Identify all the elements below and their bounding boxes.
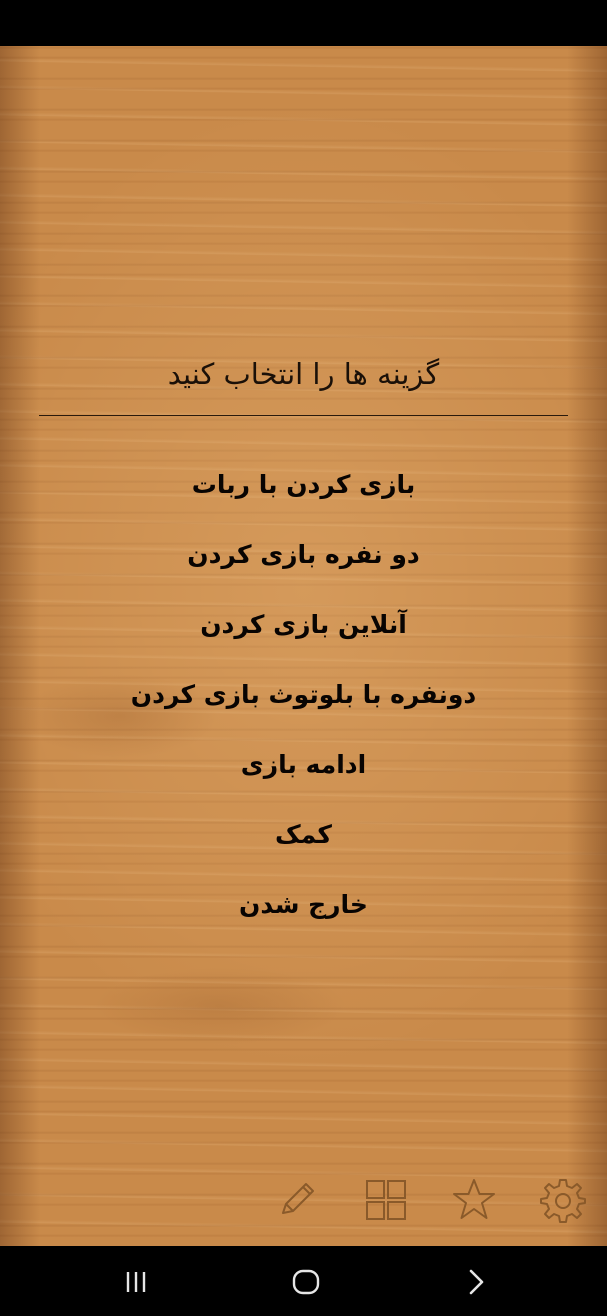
menu-item-help[interactable]: کمک xyxy=(0,812,607,882)
back-button[interactable] xyxy=(446,1262,506,1302)
grid-button[interactable] xyxy=(358,1172,414,1228)
back-icon xyxy=(469,1269,484,1295)
main-menu: بازی کردن با ربات دو نفره بازی کردن آنلا… xyxy=(0,462,607,952)
recent-apps-icon xyxy=(126,1272,146,1292)
settings-button[interactable] xyxy=(535,1172,591,1228)
recent-apps-button[interactable] xyxy=(106,1262,166,1302)
menu-item-two-player[interactable]: دو نفره بازی کردن xyxy=(0,532,607,602)
star-icon xyxy=(453,1179,495,1219)
pencil-icon xyxy=(282,1183,314,1214)
bottom-toolbar xyxy=(0,1172,607,1232)
status-bar xyxy=(0,0,607,46)
title-divider xyxy=(39,415,568,416)
menu-item-continue-game[interactable]: ادامه بازی xyxy=(0,742,607,812)
home-button[interactable] xyxy=(276,1262,336,1302)
menu-item-exit[interactable]: خارج شدن xyxy=(0,882,607,952)
favorite-button[interactable] xyxy=(446,1172,502,1228)
grid-icon xyxy=(366,1180,406,1220)
system-nav-bar xyxy=(0,1246,607,1316)
page-title: گزینه ها را انتخاب کنید xyxy=(167,357,440,391)
menu-item-play-online[interactable]: آنلاین بازی کردن xyxy=(0,602,607,672)
home-icon xyxy=(292,1269,320,1295)
menu-item-play-vs-robot[interactable]: بازی کردن با ربات xyxy=(0,462,607,532)
gear-icon xyxy=(540,1179,586,1223)
menu-item-bluetooth-two-player[interactable]: دونفره با بلوتوث بازی کردن xyxy=(0,672,607,742)
edit-button[interactable] xyxy=(268,1172,324,1228)
